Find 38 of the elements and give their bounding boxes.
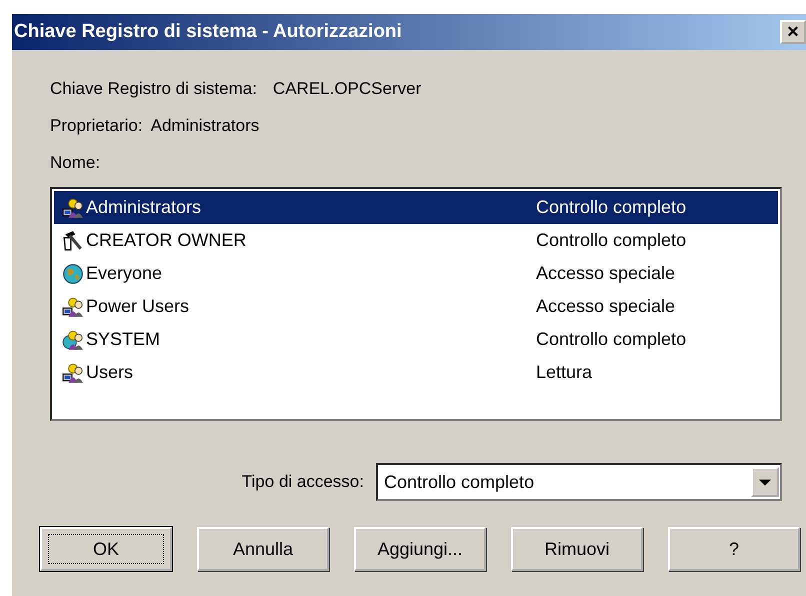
owner-value: Administrators (150, 116, 260, 136)
access-type-dropdown[interactable]: Controllo completo (376, 463, 782, 501)
user-group-icon (62, 362, 84, 384)
names-label: Nome: (50, 152, 100, 172)
account-access: Controllo completo (536, 230, 686, 251)
dialog-button[interactable]: Annulla (197, 527, 329, 571)
account-row[interactable]: Users Lettura (54, 356, 778, 389)
account-access: Lettura (536, 362, 592, 383)
account-name: Administrators (86, 197, 202, 218)
account-row[interactable]: Administrators Controllo completo (54, 191, 778, 224)
access-type-label: Tipo di accesso: (242, 472, 364, 492)
hammer-icon (62, 230, 84, 252)
account-row[interactable]: Everyone Accesso speciale (54, 257, 778, 290)
account-name: Power Users (86, 296, 190, 317)
account-access: Controllo completo (536, 197, 686, 218)
user-group-icon (62, 196, 84, 218)
window-title: Chiave Registro di sistema - Autorizzazioni (14, 21, 403, 43)
dialog-button[interactable]: OK (40, 527, 172, 571)
globe-icon (62, 262, 84, 284)
dialog-button[interactable]: Rimuovi (511, 527, 643, 571)
user-group-icon (62, 296, 84, 318)
account-row[interactable]: Power Users Accesso speciale (54, 290, 778, 323)
dialog-button[interactable]: ? (668, 527, 800, 571)
account-access: Accesso speciale (536, 263, 676, 284)
dialog-button[interactable]: Aggiungi... (354, 527, 486, 571)
account-name: Everyone (86, 263, 164, 284)
account-access: Accesso speciale (536, 296, 676, 317)
account-row[interactable]: SYSTEM Controllo completo (54, 323, 778, 356)
close-button[interactable]: × (780, 20, 806, 44)
system-group-icon (62, 328, 84, 350)
account-name: CREATOR OWNER (86, 230, 248, 251)
key-value: CAREL.OPCServer (272, 78, 422, 98)
account-name: Users (86, 362, 134, 383)
account-name: SYSTEM (86, 329, 162, 350)
account-row[interactable]: CREATOR OWNER Controllo completo (54, 224, 778, 257)
key-label: Chiave Registro di sistema: (50, 78, 257, 98)
account-access: Controllo completo (536, 329, 686, 350)
owner-label: Proprietario: (50, 116, 143, 136)
